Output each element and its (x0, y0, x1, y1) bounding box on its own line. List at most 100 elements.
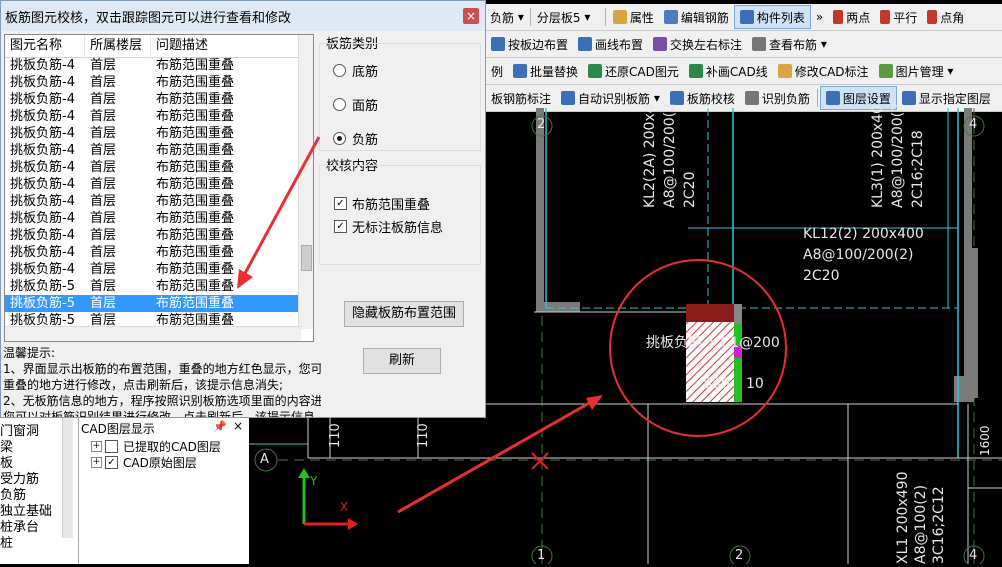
slab-rebar-label-button[interactable]: 板钢筋标注 (486, 87, 556, 109)
radio-label: 负筋 (352, 133, 379, 148)
restore-cad-button[interactable]: 还原CAD图元 (583, 60, 684, 82)
axis-bubble-left-a: A (260, 452, 269, 467)
list-row[interactable]: 挑板负筋-5 首层 布筋范围重叠 (5, 295, 301, 312)
restore-icon (588, 64, 603, 78)
list-row[interactable]: 挑板负筋-4 首层 布筋范围重叠 (5, 244, 301, 261)
close-icon[interactable]: × (233, 419, 243, 433)
identify-icon (744, 91, 759, 105)
beam1-label: KL2(2A) 200x4 A8@100/200(2 2C20 (640, 103, 700, 208)
column-header[interactable]: 图元名称 (5, 35, 85, 57)
beam1-line2: A8@100/200(2 (662, 102, 678, 208)
list-cell: 首层 (90, 75, 117, 90)
layer-combo[interactable]: 分层板5 ▾ (533, 7, 603, 27)
issue-list[interactable]: 图元名称 所属楼层 问题描述 挑板负筋-4 首层 布筋范围重叠 挑板负筋-4 首层 布筋范… (4, 34, 314, 342)
vertical-scrollbar[interactable] (298, 35, 313, 329)
check-content-group (319, 165, 481, 265)
checkbox[interactable]: ✓ (334, 220, 347, 233)
list-row[interactable]: 挑板负筋-4 首层 布筋范围重叠 (5, 57, 301, 74)
swap-labels-button[interactable]: 交换左右标注 (648, 33, 747, 55)
hide-range-button[interactable]: 隐藏板筋布置范围 (344, 301, 464, 327)
list-row[interactable]: 挑板负筋-4 首层 布筋范围重叠 (5, 176, 301, 193)
tree-item-pile[interactable]: 桩 (0, 532, 13, 551)
identify-negative-button[interactable]: 识别负筋 (740, 87, 815, 109)
draw-cad-line-button[interactable]: 补画CAD线 (684, 60, 773, 82)
checkbox-label: 布筋范围重叠 (352, 198, 431, 213)
close-button[interactable]: × (463, 8, 479, 24)
list-icon (739, 10, 754, 24)
list-row[interactable]: 挑板负筋-4 首层 布筋范围重叠 (5, 159, 301, 176)
list-row[interactable]: 挑板负筋-4 首层 布筋范围重叠 (5, 91, 301, 108)
properties-button[interactable]: 属性 (608, 6, 659, 28)
list-row[interactable]: 挑板负筋-4 首层 布筋范围重叠 (5, 125, 301, 142)
check-range-overlap[interactable]: ✓ 布筋范围重叠 (334, 194, 430, 213)
tree-scrollbar[interactable] (62, 418, 73, 538)
two-points-button[interactable]: 两点 (828, 6, 875, 28)
check-no-label[interactable]: ✓ 无标注板筋信息 (334, 217, 443, 236)
radio-circle-selected[interactable] (333, 132, 346, 145)
refresh-button[interactable]: 刷新 (363, 348, 441, 374)
separator (529, 8, 531, 26)
list-row[interactable]: 挑板负筋-5 首层 布筋范围重叠 (5, 278, 301, 295)
beam2-label: KL3(1) 200x40 A8@100/200(2 2C16;2C18 (868, 103, 928, 208)
list-cell: 挑板负筋-5 (10, 296, 75, 311)
list-cell: 首层 (90, 177, 117, 192)
component-list-button[interactable]: 构件列表 (733, 5, 811, 29)
list-row[interactable]: 挑板负筋-4 首层 布筋范围重叠 (5, 193, 301, 210)
list-cell: 挑板负筋-4 (10, 228, 75, 243)
layer-extracted-checkbox[interactable] (105, 440, 118, 453)
cad-layer-panel: CAD图层显示 📌 × + 已提取的CAD图层 + ✓ CAD原始图层 (78, 418, 249, 564)
list-cell: 首层 (90, 109, 117, 124)
by-slab-edge-button[interactable]: 按板边布置 (486, 33, 573, 55)
list-cell: 首层 (90, 126, 117, 141)
overflow-chevron[interactable]: » (811, 6, 828, 28)
list-cell: 挑板负筋-5 (10, 279, 75, 294)
radio-top-rebar[interactable]: 面筋 (333, 95, 378, 114)
parallel-button[interactable]: 平行 (875, 6, 922, 28)
radio-bottom-rebar[interactable]: 底筋 (333, 61, 378, 80)
list-cell: 布筋范围重叠 (156, 177, 235, 192)
column-header[interactable]: 所属楼层 (85, 35, 151, 57)
list-cell: 布筋范围重叠 (156, 296, 235, 311)
expand-icon[interactable]: + (91, 457, 102, 468)
layer-extracted[interactable]: + 已提取的CAD图层 (91, 438, 221, 455)
edit-cad-label-button[interactable]: 修改CAD标注 (773, 60, 874, 82)
auto-identify-icon (561, 91, 576, 105)
list-cell: 布筋范围重叠 (156, 160, 235, 175)
dimension-label-2: 10 (746, 376, 764, 392)
example-button[interactable]: 例 (486, 60, 508, 82)
layer-original-checkbox[interactable]: ✓ (105, 456, 118, 469)
issue-list-header: 图元名称 所属楼层 问题描述 (5, 35, 301, 58)
list-row[interactable]: 挑板负筋-4 首层 布筋范围重叠 (5, 227, 301, 244)
batch-replace-button[interactable]: 批量替换 (508, 60, 583, 82)
list-row[interactable]: 挑板负筋-4 首层 布筋范围重叠 (5, 210, 301, 227)
point-angle-button[interactable]: 点角 (922, 6, 969, 28)
view-rebar-button[interactable]: 查看布筋 ▾ (747, 33, 832, 55)
scroll-thumb[interactable] (301, 245, 312, 271)
dimension-left: 110 (328, 423, 343, 448)
radio-circle[interactable] (333, 98, 346, 111)
radio-negative-rebar[interactable]: 负筋 (333, 129, 378, 148)
edit-rebar-button[interactable]: 编辑钢筋 (659, 6, 734, 28)
list-row[interactable]: 挑板负筋-4 首层 布筋范围重叠 (5, 74, 301, 91)
list-row[interactable]: 挑板负筋-4 首层 布筋范围重叠 (5, 108, 301, 125)
list-cell: 挑板负筋-4 (10, 177, 75, 192)
column-header[interactable]: 问题描述 (151, 35, 301, 57)
image-manage-button[interactable]: 图片管理 ▾ (874, 60, 959, 82)
radio-circle[interactable] (333, 64, 346, 77)
list-row[interactable]: 挑板负筋-4 首层 布筋范围重叠 (5, 261, 301, 278)
pencil-icon (663, 10, 678, 24)
list-cell: 首层 (90, 160, 117, 175)
expand-icon[interactable]: + (91, 441, 102, 452)
list-cell: 布筋范围重叠 (156, 75, 235, 90)
list-row[interactable]: 挑板负筋-4 首层 布筋范围重叠 (5, 142, 301, 159)
list-cell: 首层 (90, 245, 117, 260)
floor-combo[interactable]: 负筋 ▾ (486, 7, 528, 27)
line-layout-button[interactable]: 画线布置 (573, 33, 648, 55)
dimension-right: 1600 (978, 425, 992, 456)
horizontal-scrollbar[interactable] (5, 326, 301, 341)
layer-original[interactable]: + ✓ CAD原始图层 (91, 454, 197, 471)
hint-line: 2、无板筋信息的地方，程序按照识别板筋选项里面的内容进 (3, 394, 321, 408)
dialog-title-bar[interactable]: 板筋图元校核，双击跟踪图元可以进行查看和修改 × (1, 1, 485, 31)
checkbox[interactable]: ✓ (334, 197, 347, 210)
pin-icon[interactable]: 📌 (213, 420, 227, 433)
